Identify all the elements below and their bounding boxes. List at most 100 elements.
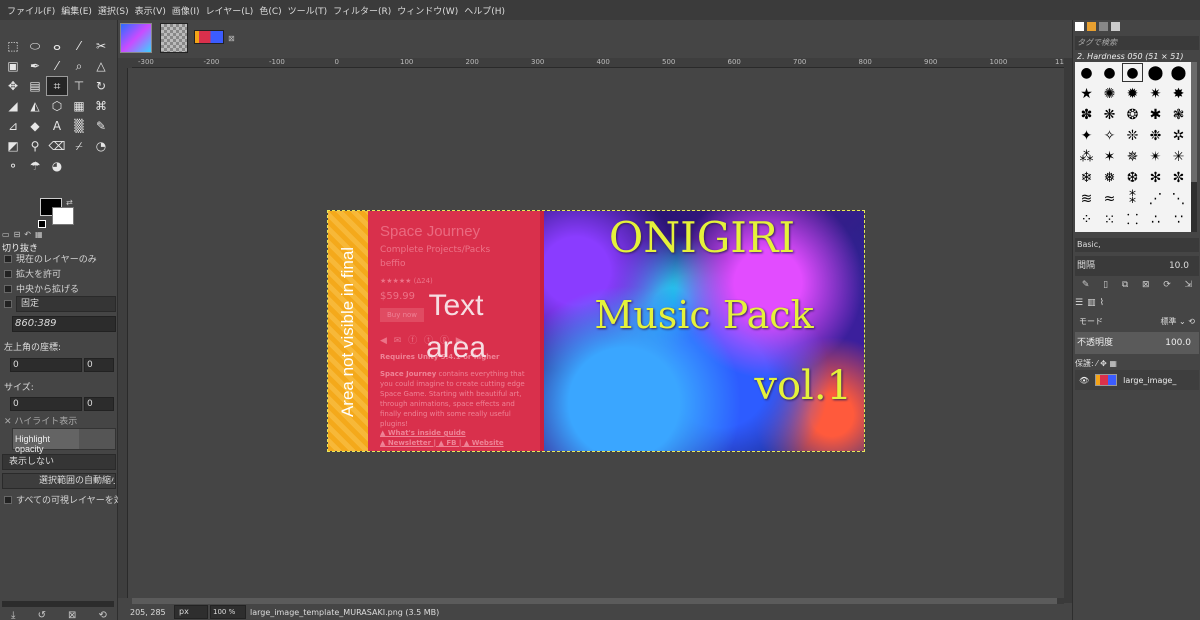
measure-icon[interactable]: △: [90, 56, 112, 76]
mode-dropdown[interactable]: 標準 ⌄ ⟲: [1161, 316, 1196, 327]
brush-texture-32[interactable]: ⸬: [1121, 209, 1144, 230]
move-icon[interactable]: ✥: [2, 76, 24, 96]
position-y-field[interactable]: 0: [84, 358, 114, 372]
lock-alpha-icon[interactable]: ▦: [1109, 359, 1117, 368]
layer-row[interactable]: 👁 large_image_: [1075, 370, 1199, 390]
menu-help[interactable]: ヘルプ(H): [461, 4, 508, 17]
brush-texture-14[interactable]: ✲: [1167, 125, 1190, 146]
pencil-icon[interactable]: ✎: [90, 116, 112, 136]
vertical-ruler[interactable]: [118, 68, 128, 598]
brush-star[interactable]: ★: [1075, 83, 1098, 104]
edit-brush-icon[interactable]: ✎: [1082, 280, 1090, 290]
background-color[interactable]: [52, 207, 74, 225]
brush-texture-33[interactable]: ∴: [1144, 209, 1167, 230]
menu-select[interactable]: 選択(S): [95, 4, 132, 17]
brush-texture-17[interactable]: ✵: [1121, 146, 1144, 167]
handle-transform-icon[interactable]: ⊿: [2, 116, 24, 136]
brush-texture-1[interactable]: ✺: [1098, 83, 1121, 104]
brush-texture-9[interactable]: ❃: [1167, 104, 1190, 125]
toolbox-scrollbar[interactable]: [2, 601, 114, 607]
scissors-icon[interactable]: ✂: [90, 36, 112, 56]
warp-icon[interactable]: ⌘: [90, 96, 112, 116]
unit-dropdown[interactable]: px: [174, 605, 208, 619]
size-height-field[interactable]: 0: [84, 397, 114, 411]
image-tab-thumb-3[interactable]: [194, 30, 224, 44]
rect-select-icon[interactable]: ⬚: [2, 36, 24, 56]
duplicate-brush-icon[interactable]: ⧉: [1122, 280, 1128, 290]
brush-texture-4[interactable]: ✸: [1167, 83, 1190, 104]
device-status-tab-icon[interactable]: ⊟: [14, 230, 21, 240]
restore-options-icon[interactable]: ↺: [38, 610, 46, 620]
brush-texture-10[interactable]: ✦: [1075, 125, 1098, 146]
brushes-tab-icon[interactable]: [1075, 22, 1084, 31]
brush-texture-6[interactable]: ❋: [1098, 104, 1121, 125]
blur-icon[interactable]: ⚬: [2, 156, 24, 176]
menu-file[interactable]: ファイル(F): [4, 4, 58, 17]
default-colors-icon[interactable]: [38, 220, 46, 228]
auto-shrink-button[interactable]: 選択範囲の自動縮小: [2, 473, 116, 489]
menu-image[interactable]: 画像(I): [169, 4, 203, 17]
crop-icon[interactable]: ⌗: [46, 76, 68, 96]
current-layer-only-checkbox[interactable]: 現在のレイヤーのみ: [4, 252, 97, 265]
patterns-tab-icon[interactable]: [1087, 22, 1096, 31]
refresh-brushes-icon[interactable]: ⟳: [1163, 280, 1171, 290]
brush-block[interactable]: ⬤: [1167, 62, 1190, 83]
menu-view[interactable]: 表示(V): [132, 4, 169, 17]
undo-history-tab-icon[interactable]: ↶: [24, 230, 31, 240]
brush-texture-2[interactable]: ✹: [1121, 83, 1144, 104]
eye-icon[interactable]: 👁: [1079, 376, 1089, 385]
brush-texture-26[interactable]: ≈: [1098, 188, 1121, 209]
brush-texture-23[interactable]: ✻: [1144, 167, 1167, 188]
size-width-field[interactable]: 0: [10, 397, 82, 411]
rotate-icon[interactable]: ↻: [90, 76, 112, 96]
mypaint-brush-icon[interactable]: ◩: [2, 136, 24, 156]
dodge-icon[interactable]: ◕: [46, 156, 68, 176]
free-select-icon[interactable]: ⴰ: [46, 36, 68, 56]
brush-texture-19[interactable]: ✳: [1167, 146, 1190, 167]
highlight-opacity-slider[interactable]: Highlight opacity: [12, 428, 116, 454]
brush-hardness-025[interactable]: ⬤: [1144, 62, 1167, 83]
brush-hardness-050[interactable]: ●: [1121, 62, 1144, 83]
clone-icon[interactable]: ⚲: [24, 136, 46, 156]
delete-brush-icon[interactable]: ⊠: [1142, 280, 1150, 290]
lock-position-icon[interactable]: ✥: [1100, 359, 1107, 368]
brush-preset-dropdown[interactable]: Basic,: [1075, 238, 1199, 252]
reset-options-icon[interactable]: ⟲: [99, 610, 107, 620]
highlight-toggle[interactable]: ✕ ハイライト表示: [4, 414, 77, 427]
brush-texture-15[interactable]: ⁂: [1075, 146, 1098, 167]
layer-name[interactable]: large_image_: [1123, 376, 1176, 385]
ellipse-select-icon[interactable]: ⬭: [24, 36, 46, 56]
cage-icon[interactable]: ▦: [68, 96, 90, 116]
align-icon[interactable]: ▤: [24, 76, 46, 96]
menu-edit[interactable]: 編集(E): [58, 4, 95, 17]
horizontal-ruler[interactable]: -300 -200 -100 0 100 200 300 400 500 600 700 800 900…: [132, 58, 1138, 68]
shear-icon[interactable]: ◢: [2, 96, 24, 116]
spacing-slider[interactable]: 間隔 10.0: [1075, 256, 1199, 276]
brush-texture-20[interactable]: ❄: [1075, 167, 1098, 188]
brush-hardness-075[interactable]: ●: [1098, 62, 1121, 83]
foreground-select-icon[interactable]: ▣: [2, 56, 24, 76]
swap-colors-icon[interactable]: ⇄: [66, 198, 73, 207]
brush-texture-16[interactable]: ✶: [1098, 146, 1121, 167]
zoom-dropdown[interactable]: 100 %: [210, 605, 246, 619]
brush-scroll-thumb[interactable]: [1191, 62, 1197, 182]
open-brush-as-image-icon[interactable]: ⇲: [1185, 280, 1193, 290]
brush-texture-7[interactable]: ❂: [1121, 104, 1144, 125]
brush-texture-3[interactable]: ✷: [1144, 83, 1167, 104]
brush-texture-11[interactable]: ✧: [1098, 125, 1121, 146]
bucket-fill-icon[interactable]: ◆: [24, 116, 46, 136]
color-picker-icon[interactable]: ⁄: [46, 56, 68, 76]
close-tab-icon[interactable]: ⊠: [228, 34, 235, 43]
gradient-icon[interactable]: ▒: [68, 116, 90, 136]
save-options-icon[interactable]: ⤓: [11, 610, 15, 620]
brush-scrollbar[interactable]: [1191, 62, 1197, 232]
delete-options-icon[interactable]: ⊠: [68, 610, 76, 620]
paths-icon[interactable]: ✒: [24, 56, 46, 76]
brush-texture-31[interactable]: ⁙: [1098, 209, 1121, 230]
fixed-checkbox[interactable]: [4, 300, 12, 308]
menu-windows[interactable]: ウィンドウ(W): [394, 4, 461, 17]
layers-tab-icon[interactable]: ☰: [1075, 298, 1083, 308]
menu-layer[interactable]: レイヤー(L): [203, 4, 257, 17]
perspective-icon[interactable]: ⬡: [46, 96, 68, 116]
brush-texture-29[interactable]: ⋱: [1167, 188, 1190, 209]
